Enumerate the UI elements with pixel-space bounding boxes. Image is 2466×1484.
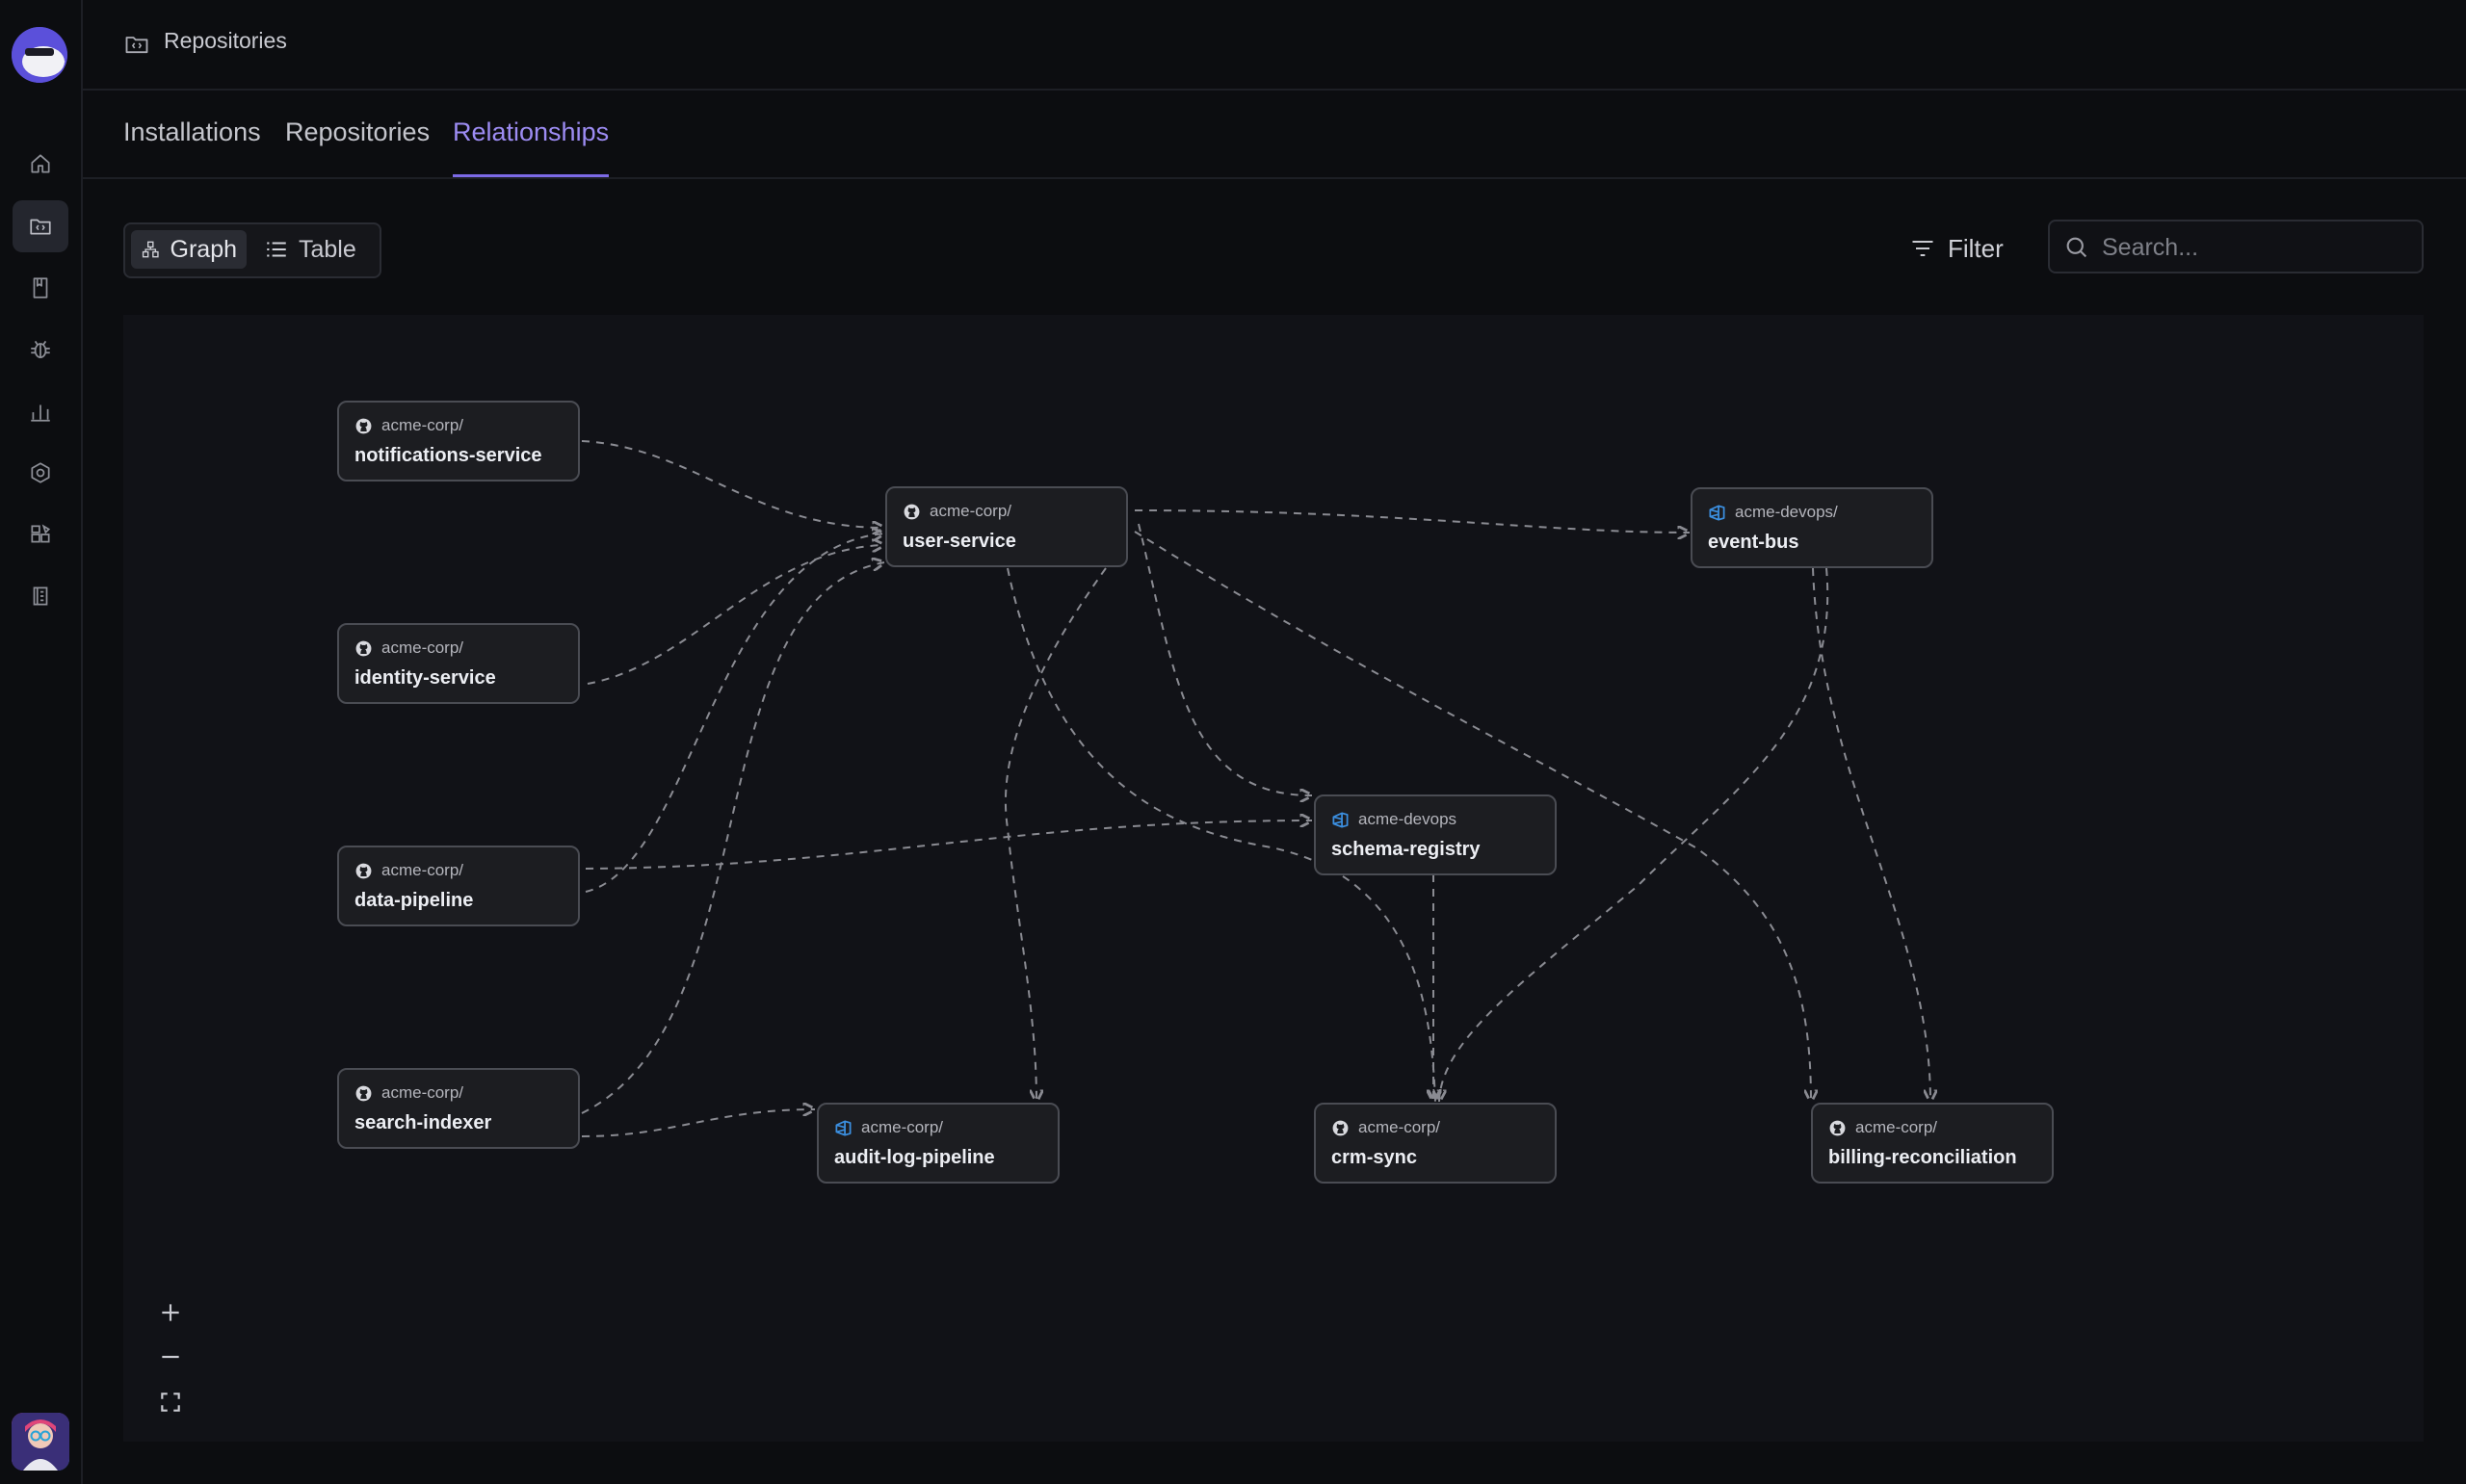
node-name: billing-reconciliation	[1828, 1147, 2017, 1168]
node-name: identity-service	[354, 667, 496, 689]
settings-icon	[31, 462, 50, 483]
sidebar	[0, 0, 83, 1484]
fit-view-button[interactable]	[148, 1380, 193, 1424]
nav-repositories[interactable]	[13, 200, 68, 252]
zoom-in-icon	[162, 1304, 179, 1321]
node-name: notifications-service	[354, 445, 542, 466]
node-org: acme-devops	[1331, 810, 1456, 829]
repo-node[interactable]: acme-devops schema-registry	[1314, 794, 1557, 875]
breadcrumb[interactable]: Repositories	[164, 28, 287, 54]
bug-icon	[31, 340, 50, 358]
node-name: data-pipeline	[354, 890, 474, 911]
node-name: audit-log-pipeline	[834, 1147, 995, 1168]
filter-label: Filter	[1948, 233, 2004, 263]
home-icon	[31, 154, 50, 173]
azure-devops-icon	[835, 1120, 852, 1135]
node-org-label: acme-corp/	[381, 638, 464, 657]
node-org: acme-corp/	[354, 861, 463, 880]
tab-repositories[interactable]: Repositories	[285, 117, 430, 177]
tab-bar: Installations Repositories Relationships	[83, 89, 2466, 179]
repo-node[interactable]: acme-corp/ user-service	[885, 486, 1128, 567]
search-input[interactable]	[2100, 229, 2412, 266]
top-bar: Repositories	[83, 0, 2466, 91]
user-avatar[interactable]	[12, 1413, 69, 1471]
repo-node[interactable]: acme-corp/ crm-sync	[1314, 1103, 1557, 1184]
graph-view-label: Graph	[170, 235, 237, 263]
nav-reports[interactable]	[13, 570, 68, 622]
repo-node[interactable]: acme-corp/ data-pipeline	[337, 846, 580, 926]
node-org-label: acme-corp/	[861, 1118, 944, 1136]
node-org: acme-corp/	[903, 502, 1011, 521]
node-org-label: acme-corp/	[381, 416, 464, 434]
app-logo[interactable]	[12, 27, 67, 83]
node-org-label: acme-corp/	[1358, 1118, 1441, 1136]
repo-node[interactable]: acme-devops/ event-bus	[1691, 487, 1933, 568]
node-name: schema-registry	[1331, 839, 1481, 860]
filter-button[interactable]: Filter	[1909, 229, 2004, 268]
repo-node[interactable]: acme-corp/ identity-service	[337, 623, 580, 704]
table-view-button[interactable]: Table	[254, 230, 370, 269]
node-name: crm-sync	[1331, 1147, 1417, 1168]
filter-icon	[1912, 240, 1933, 257]
nav-analytics[interactable]	[13, 385, 68, 437]
nav-issues[interactable]	[13, 324, 68, 376]
azure-devops-icon	[1332, 812, 1349, 827]
repo-node[interactable]: acme-corp/ audit-log-pipeline	[817, 1103, 1060, 1184]
github-icon	[355, 418, 372, 433]
azure-devops-icon	[1709, 505, 1725, 520]
fit-view-icon	[161, 1393, 180, 1412]
table-view-label: Table	[299, 235, 356, 263]
search-box	[2048, 220, 2424, 273]
node-org: acme-corp/	[1331, 1118, 1440, 1137]
repositories-icon	[30, 219, 51, 235]
node-org-label: acme-devops	[1358, 810, 1457, 828]
node-org: acme-corp/	[354, 416, 463, 435]
node-org: acme-corp/	[354, 638, 463, 658]
search-icon	[2066, 237, 2087, 258]
node-org-label: acme-devops/	[1735, 503, 1838, 521]
github-icon	[904, 504, 920, 519]
chart-icon	[31, 404, 50, 422]
graph-icon	[142, 241, 159, 258]
zoom-in-button[interactable]	[148, 1290, 193, 1335]
view-toggle: Graph Table	[123, 222, 381, 278]
zoom-out-button[interactable]	[148, 1335, 193, 1379]
nav-docs[interactable]	[13, 262, 68, 314]
node-org-label: acme-corp/	[1855, 1118, 1938, 1136]
node-org-label: acme-corp/	[930, 502, 1012, 520]
github-icon	[355, 863, 372, 878]
github-icon	[355, 1085, 372, 1101]
list-icon	[267, 242, 286, 257]
github-icon	[1332, 1120, 1349, 1135]
integrations-icon	[31, 524, 51, 543]
github-icon	[355, 640, 372, 656]
node-org-label: acme-corp/	[381, 1083, 464, 1102]
reports-icon	[33, 586, 48, 606]
tab-installations[interactable]: Installations	[123, 117, 261, 177]
github-icon	[1829, 1120, 1846, 1135]
node-org: acme-corp/	[834, 1118, 943, 1137]
node-name: search-indexer	[354, 1112, 492, 1133]
node-org: acme-corp/	[354, 1083, 463, 1103]
repo-node[interactable]: acme-corp/ notifications-service	[337, 401, 580, 482]
repo-node[interactable]: acme-corp/ search-indexer	[337, 1068, 580, 1149]
book-icon	[33, 277, 48, 299]
node-name: event-bus	[1708, 532, 1799, 553]
node-org-label: acme-corp/	[381, 861, 464, 879]
nav-home[interactable]	[13, 138, 68, 190]
folder-code-icon	[125, 37, 148, 54]
node-name: user-service	[903, 531, 1016, 552]
node-org: acme-devops/	[1708, 503, 1838, 522]
node-org: acme-corp/	[1828, 1118, 1937, 1137]
graph-view-button[interactable]: Graph	[131, 230, 247, 269]
nav-settings[interactable]	[13, 447, 68, 499]
tab-relationships[interactable]: Relationships	[453, 117, 610, 177]
repo-node[interactable]: acme-corp/ billing-reconciliation	[1811, 1103, 2054, 1184]
zoom-out-icon	[162, 1355, 179, 1359]
nav-integrations[interactable]	[13, 508, 68, 560]
